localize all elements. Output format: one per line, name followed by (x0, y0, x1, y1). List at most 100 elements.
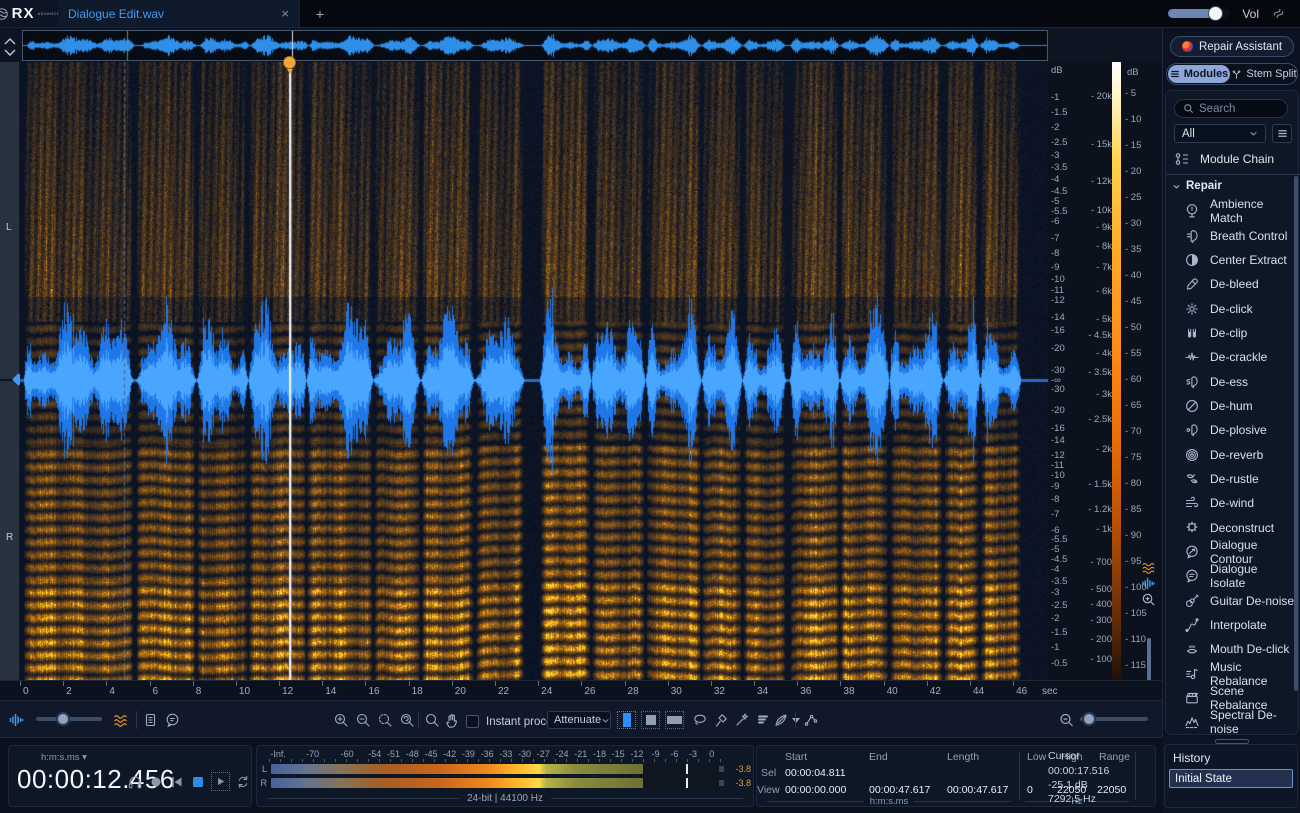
module-item-scene-rebalance[interactable]: Scene Rebalance (1166, 686, 1296, 710)
module-item-de-wind[interactable]: De-wind (1166, 491, 1296, 515)
panel-drag-handle[interactable] (1215, 739, 1249, 744)
module-item-de-click[interactable]: De-click (1166, 296, 1296, 320)
vertical-zoom-in-icon[interactable] (1140, 592, 1157, 607)
module-item-de-hum[interactable]: De-hum (1166, 394, 1296, 418)
file-tab[interactable]: Dialogue Edit.wav × (58, 0, 300, 27)
magnifier-icon[interactable] (424, 712, 441, 728)
module-item-de-reverb[interactable]: De-reverb (1166, 442, 1296, 466)
headphones-button[interactable] (127, 774, 143, 790)
module-item-de-bleed[interactable]: De-bleed (1166, 272, 1296, 296)
section-header-repair[interactable]: Repair (1172, 180, 1222, 192)
module-item-ambience-match[interactable]: Ambience Match (1166, 199, 1296, 223)
horizontal-zoom-knob[interactable] (1082, 712, 1096, 726)
amp-scale-label: -0.5 (1051, 658, 1067, 669)
freq-scale-label: - 6k (1072, 286, 1112, 297)
module-item-interpolate[interactable]: Interpolate (1166, 613, 1296, 637)
module-list: Ambience MatchBreath Control Center Extra… (1166, 199, 1296, 735)
module-item-de-clip[interactable]: De-clip (1166, 321, 1296, 345)
module-item-label: Center Extract (1210, 253, 1287, 267)
loop-button[interactable] (235, 774, 251, 790)
vertical-zoom-slider[interactable] (1147, 638, 1151, 686)
spectrogram-view-icon[interactable] (1140, 560, 1157, 575)
lasso-icon[interactable] (692, 712, 709, 728)
amp-scale-label: -10 (1051, 470, 1065, 481)
module-item-guitar-de-noise[interactable]: Guitar De-noise (1166, 589, 1296, 613)
overview-waveform[interactable] (22, 30, 1048, 61)
patch-cable-icon[interactable] (802, 712, 819, 728)
time-selection-tool[interactable] (617, 711, 636, 729)
time-frequency-selection-tool[interactable] (641, 711, 660, 729)
de-rustle-icon (1184, 471, 1200, 487)
overview-expand-icon[interactable] (2, 34, 20, 60)
module-search[interactable] (1174, 99, 1288, 118)
freq-scale-label: - 3.5k (1072, 367, 1112, 378)
volume-slider-knob[interactable] (1208, 6, 1223, 21)
module-item-music-rebalance[interactable]: Music Rebalance (1166, 662, 1296, 686)
module-item-dialogue-contour[interactable]: Dialogue Contour (1166, 540, 1296, 564)
module-item-breath-control[interactable]: Breath Control (1166, 223, 1296, 247)
blend-slider-knob[interactable] (56, 712, 70, 726)
magnifier-selection-icon[interactable] (377, 712, 394, 728)
time-tick-label: 26 (584, 686, 595, 697)
tab-stem-split[interactable]: Stem Split (1231, 64, 1297, 84)
module-chain-item[interactable]: Module Chain (1174, 151, 1274, 167)
playhead-marker[interactable] (283, 56, 296, 73)
category-filter-dropdown[interactable]: All (1174, 124, 1266, 143)
horizontal-zoom-out-icon[interactable] (1058, 712, 1075, 728)
record-button[interactable] (148, 774, 164, 790)
process-module-dropdown[interactable]: Attenuate (547, 711, 611, 729)
overview-waveform-canvas[interactable] (23, 31, 1047, 60)
deconstruct-icon (1184, 520, 1200, 536)
clipboard-icon[interactable] (142, 712, 159, 728)
spectrogram-canvas[interactable] (20, 62, 1048, 680)
izotope-sphere-icon (0, 7, 9, 21)
instant-process-checkbox[interactable] (466, 715, 479, 728)
module-item-label: De-clip (1210, 326, 1247, 340)
play-button[interactable] (211, 772, 230, 791)
module-item-de-crackle[interactable]: De-crackle (1166, 345, 1296, 369)
module-item-de-plosive[interactable]: De-plosive (1166, 418, 1296, 442)
search-input[interactable] (1199, 103, 1279, 115)
repair-assistant-button[interactable]: Repair Assistant (1170, 36, 1294, 57)
tab-close-icon[interactable]: × (281, 6, 289, 21)
module-item-dialogue-isolate[interactable]: Dialogue Isolate (1166, 564, 1296, 588)
window-layout-icon[interactable] (1271, 6, 1286, 21)
magic-wand-icon[interactable] (734, 712, 751, 728)
module-item-spectral-de-noise[interactable]: Spectral De-noise (1166, 710, 1296, 734)
module-item-center-extract[interactable]: Center Extract (1166, 248, 1296, 272)
tab-modules[interactable]: Modules (1168, 65, 1230, 83)
time-ruler[interactable]: 0246810121416182022242628303234363840424… (0, 680, 1162, 700)
list-options-button[interactable] (1272, 124, 1292, 143)
module-item-label: De-wind (1210, 496, 1254, 510)
magnifier-reset-icon[interactable] (399, 712, 416, 728)
spectrogram-blend-icon[interactable] (112, 712, 129, 728)
meter-scale-label: -15 (612, 749, 625, 759)
frequency-selection-tool[interactable] (665, 711, 684, 729)
amp-scale-label: -2.5 (1051, 600, 1067, 611)
freq-scale-label: - 700 (1072, 557, 1112, 568)
horizontal-zoom-slider[interactable] (1080, 717, 1148, 721)
magnifier-minus-icon[interactable] (355, 712, 372, 728)
skip-start-button[interactable] (169, 774, 185, 790)
scale-area: dB-1-1.5-2-2.5-3-3.5-4-4.5-5-5.5-6-7-8-9… (1048, 62, 1162, 700)
history-item[interactable]: Initial State (1169, 769, 1293, 788)
stop-button[interactable] (190, 774, 206, 790)
time-format-selector[interactable]: h:m:s.ms ▾ (41, 752, 87, 763)
brush-icon[interactable] (713, 712, 730, 728)
blend-slider[interactable] (36, 717, 102, 721)
module-item-deconstruct[interactable]: Deconstruct (1166, 515, 1296, 539)
volume-slider[interactable] (1168, 9, 1230, 18)
module-item-de-rustle[interactable]: De-rustle (1166, 467, 1296, 491)
module-list-scrollbar[interactable] (1294, 176, 1298, 691)
time-tick-label: 28 (628, 686, 639, 697)
comment-icon[interactable] (164, 712, 181, 728)
hand-icon[interactable] (444, 712, 461, 728)
level-meter-panel[interactable]: -Inf.-70-60-54-51-48-45-42-39-36-33-30-2… (256, 745, 754, 807)
spectral-de-noise-icon (1184, 714, 1200, 730)
fade-bars-icon[interactable] (755, 712, 772, 728)
module-item-mouth-de-click[interactable]: Mouth De-click (1166, 637, 1296, 661)
magnifier-plus-icon[interactable] (333, 712, 350, 728)
new-tab-button[interactable]: + (300, 0, 340, 27)
waveform-blend-icon[interactable] (8, 712, 25, 728)
module-item-de-ess[interactable]: De-ess (1166, 369, 1296, 393)
